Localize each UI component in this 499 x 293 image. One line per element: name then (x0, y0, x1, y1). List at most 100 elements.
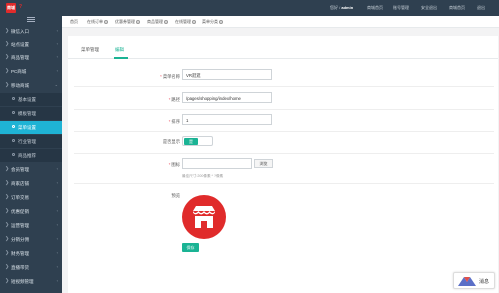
bullet-icon (12, 111, 15, 114)
sidebar-subitem-industry[interactable]: 行业管理 (0, 135, 62, 148)
caret-icon: ⌄ (54, 82, 58, 87)
sort-input[interactable]: 1 (182, 114, 272, 125)
divider (74, 86, 494, 87)
sort-label: *排序 (140, 119, 180, 125)
top-link-3[interactable]: 安全退出 (421, 5, 437, 11)
sidebar-subitem-menu[interactable]: 菜单设置 (0, 121, 62, 134)
sidebar-item-finance[interactable]: ❯ 财务管理 ‹ (0, 247, 62, 260)
sidebar-item-label: 基本设置 (18, 96, 36, 102)
divider (74, 109, 494, 110)
chevron-icon: ❯ (5, 208, 10, 214)
chevron-icon: ❯ (5, 28, 10, 34)
bullet-icon (12, 97, 15, 100)
sidebar-item-video[interactable]: ❯ 短视频管理 ‹ (0, 275, 62, 288)
panel-tab-divider (68, 58, 498, 59)
sidebar-item-stores[interactable]: ❯ 商家店铺 ‹ (0, 177, 62, 190)
tab-home[interactable]: 首页 (70, 19, 78, 25)
sidebar-item-orders[interactable]: ❯ 订单交易 ‹ (0, 191, 62, 204)
tab-menu-management[interactable]: 菜单管理 (81, 47, 99, 53)
sidebar-item-label: 财务管理 (11, 250, 29, 256)
sidebar-item-members[interactable]: ❯ 会员管理 ‹ (0, 163, 62, 176)
sidebar-item-promo[interactable]: ❯ 优惠促销 ‹ (0, 205, 62, 218)
sidebar-item-label: 运营管理 (11, 222, 29, 228)
tab-menu-category[interactable]: 菜单分类 × (202, 19, 223, 25)
tab-label: 商品管理 (147, 19, 163, 24)
brand-logo[interactable]: 商城 (6, 3, 16, 13)
tab-goods[interactable]: 商品管理 × (147, 19, 168, 25)
divider (74, 153, 494, 154)
chevron-icon: ❯ (5, 180, 10, 186)
username[interactable]: admin (341, 5, 353, 10)
chevron-icon: ❯ (5, 194, 10, 200)
caret-icon: ‹ (56, 166, 58, 171)
caret-icon: ‹ (56, 208, 58, 213)
save-button[interactable]: 保存 (182, 243, 199, 252)
sidebar-item-pc[interactable]: ❯ PC商城 ‹ (0, 65, 62, 78)
path-input[interactable]: /pages/shopping/index/home (182, 92, 272, 103)
top-link-5[interactable]: 退出 (477, 5, 485, 11)
bullet-icon (12, 139, 15, 142)
sidebar-item-goods[interactable]: ❯ 商品管理 ‹ (0, 51, 62, 64)
close-icon[interactable]: × (136, 20, 140, 24)
sidebar-item-wechat[interactable]: ❯ 微信入口 ‹ (0, 25, 62, 38)
brand-name: ? (19, 4, 23, 10)
caret-icon: ‹ (56, 68, 58, 73)
sidebar-item-label: 优惠促销 (11, 208, 29, 214)
chevron-icon: ❯ (5, 166, 10, 172)
sidebar-item-site[interactable]: ❯ 站点设置 ‹ (0, 38, 62, 51)
sort-label-text: 排序 (171, 119, 180, 124)
sidebar-item-label: 分销分佣 (11, 236, 29, 242)
chat-logo-icon (458, 277, 476, 286)
sidebar-subitem-template[interactable]: 模板管理 (0, 107, 62, 120)
name-label-text: 菜单名称 (162, 74, 180, 79)
sidebar-item-label: PC商城 (11, 68, 27, 74)
caret-icon: ‹ (56, 194, 58, 199)
sidebar-item-label: 行业管理 (18, 138, 36, 144)
caret-icon: ‹ (56, 250, 58, 255)
name-label: *菜单名称 (140, 74, 180, 80)
sidebar-subitem-recommend[interactable]: 商品推荐 (0, 149, 62, 162)
sidebar-subitem-basic[interactable]: 基本设置 (0, 93, 62, 106)
sidebar-item-ops[interactable]: ❯ 运营管理 ‹ (0, 219, 62, 232)
top-link-4[interactable]: 商城首页 (449, 5, 465, 11)
sidebar-item-label: 站点设置 (11, 41, 29, 47)
tab-coupons[interactable]: 优惠券管理 × (115, 19, 140, 25)
sidebar-item-live[interactable]: ❯ 直播带货 ‹ (0, 261, 62, 274)
tab-online[interactable]: 在线管理 × (175, 19, 196, 25)
chat-label: 消息 (479, 279, 490, 285)
menu-toggle-icon[interactable] (27, 17, 35, 23)
top-link-2[interactable]: 账号管理 (393, 5, 409, 11)
sidebar-item-distribution[interactable]: ❯ 分销分佣 ‹ (0, 233, 62, 246)
sidebar-item-label: 商品推荐 (18, 152, 36, 158)
top-bar: 商城 ? 您好 / admin 商城首页 账号管理 安全退出 商城首页 退出 (0, 0, 499, 16)
caret-icon: ‹ (56, 41, 58, 46)
sidebar-item-mobile[interactable]: ❯ 移动商城 ⌄ (0, 79, 62, 92)
icon-file-input[interactable] (182, 158, 252, 169)
close-icon[interactable]: × (164, 20, 168, 24)
sidebar-item-label: 商家店铺 (11, 180, 29, 186)
path-label-text: 路径 (171, 97, 180, 102)
caret-icon: ‹ (56, 54, 58, 59)
close-icon[interactable]: × (219, 20, 223, 24)
caret-icon: ‹ (56, 236, 58, 241)
sidebar-item-label: 模板管理 (18, 110, 36, 116)
tab-edit[interactable]: 编辑 (115, 47, 124, 53)
tab-orders[interactable]: 在线订单 × (87, 19, 108, 25)
chevron-icon: ❯ (5, 236, 10, 242)
chevron-icon: ❯ (5, 278, 10, 284)
browse-button[interactable]: 浏览 (254, 159, 273, 168)
sidebar-item-label: 商品管理 (11, 54, 29, 60)
sidebar-item-label: 移动商城 (11, 82, 29, 88)
sidebar-item-label: 直播带货 (11, 264, 29, 270)
chevron-icon: ❯ (5, 54, 10, 60)
store-icon-preview (182, 195, 226, 239)
chevron-icon: ❯ (5, 222, 10, 228)
close-icon[interactable]: × (104, 20, 108, 24)
display-toggle[interactable]: 是 (182, 136, 213, 146)
top-link-1[interactable]: 商城首页 (367, 5, 383, 11)
greeting-text: 您好 / (330, 5, 341, 10)
chevron-icon: ❯ (5, 41, 10, 47)
name-input[interactable]: VR逛逛 (182, 69, 272, 80)
message-widget[interactable]: 消息 (453, 272, 495, 289)
close-icon[interactable]: × (192, 20, 196, 24)
